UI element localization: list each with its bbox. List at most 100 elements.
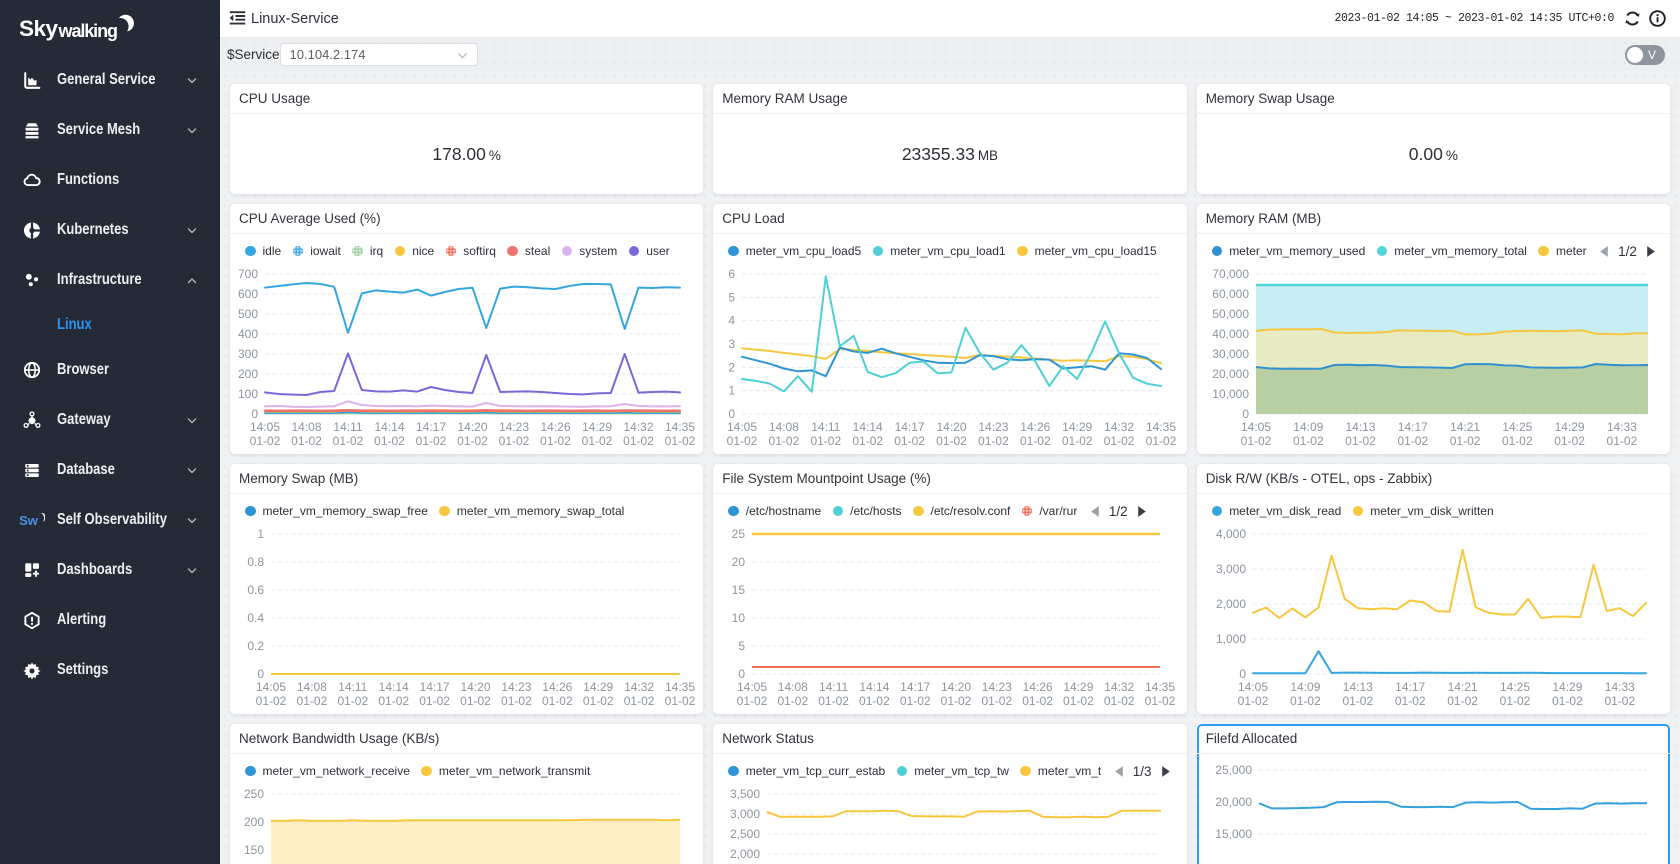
svg-text:200: 200: [238, 367, 258, 381]
svg-text:2,500: 2,500: [730, 827, 760, 841]
svg-text:1: 1: [257, 527, 264, 541]
svg-text:20,000: 20,000: [1212, 367, 1249, 381]
svg-text:14:05: 14:05: [1241, 420, 1271, 434]
svg-text:600: 600: [238, 287, 258, 301]
svg-text:01-02: 01-02: [1063, 694, 1094, 708]
svg-text:14:11: 14:11: [812, 420, 841, 434]
svg-text:14:11: 14:11: [819, 680, 848, 694]
svg-text:14:29: 14:29: [1554, 420, 1584, 434]
svg-text:01-02: 01-02: [665, 694, 696, 708]
svg-text:14:05: 14:05: [256, 680, 286, 694]
svg-text:14:21: 14:21: [1447, 680, 1477, 694]
svg-text:01-02: 01-02: [542, 694, 573, 708]
svg-text:01-02: 01-02: [1499, 694, 1530, 708]
svg-text:14:23: 14:23: [982, 680, 1012, 694]
svg-text:1: 1: [729, 384, 736, 398]
svg-text:100: 100: [238, 387, 258, 401]
svg-text:300: 300: [238, 347, 258, 361]
svg-text:01-02: 01-02: [859, 694, 890, 708]
svg-text:1,000: 1,000: [1216, 632, 1246, 646]
svg-text:01-02: 01-02: [416, 434, 447, 448]
svg-text:0: 0: [739, 667, 746, 681]
svg-text:01-02: 01-02: [900, 694, 931, 708]
svg-text:01-02: 01-02: [457, 434, 488, 448]
svg-text:14:32: 14:32: [623, 420, 653, 434]
svg-text:14:05: 14:05: [250, 420, 280, 434]
svg-text:01-02: 01-02: [623, 434, 654, 448]
svg-text:01-02: 01-02: [811, 434, 842, 448]
svg-text:01-02: 01-02: [1237, 694, 1268, 708]
svg-text:01-02: 01-02: [895, 434, 926, 448]
svg-text:01-02: 01-02: [291, 434, 322, 448]
svg-text:14:32: 14:32: [624, 680, 654, 694]
svg-text:01-02: 01-02: [1146, 434, 1177, 448]
svg-text:14:14: 14:14: [860, 680, 890, 694]
svg-text:01-02: 01-02: [1397, 434, 1428, 448]
svg-text:01-02: 01-02: [936, 434, 967, 448]
svg-text:14:17: 14:17: [1397, 420, 1427, 434]
svg-text:4,000: 4,000: [1216, 527, 1246, 541]
svg-text:14:17: 14:17: [900, 680, 930, 694]
svg-text:01-02: 01-02: [1395, 694, 1426, 708]
svg-text:14:17: 14:17: [895, 420, 925, 434]
svg-text:01-02: 01-02: [297, 694, 328, 708]
svg-text:15,000: 15,000: [1215, 827, 1252, 841]
svg-text:700: 700: [238, 267, 258, 281]
svg-text:14:17: 14:17: [416, 420, 446, 434]
svg-text:5: 5: [729, 290, 736, 304]
svg-text:0: 0: [729, 407, 736, 421]
svg-text:01-02: 01-02: [499, 434, 530, 448]
svg-text:14:23: 14:23: [499, 420, 529, 434]
svg-text:14:25: 14:25: [1502, 420, 1532, 434]
svg-text:60,000: 60,000: [1212, 287, 1249, 301]
svg-text:01-02: 01-02: [1293, 434, 1324, 448]
svg-text:01-02: 01-02: [1104, 694, 1135, 708]
svg-text:2,000: 2,000: [730, 847, 760, 861]
svg-text:25: 25: [732, 527, 746, 541]
svg-text:14:17: 14:17: [1395, 680, 1425, 694]
svg-text:01-02: 01-02: [1606, 434, 1637, 448]
svg-text:50,000: 50,000: [1212, 307, 1249, 321]
svg-text:0: 0: [251, 407, 258, 421]
svg-text:01-02: 01-02: [378, 694, 409, 708]
svg-text:14:09: 14:09: [1293, 420, 1323, 434]
svg-text:30,000: 30,000: [1212, 347, 1249, 361]
svg-text:01-02: 01-02: [1062, 434, 1093, 448]
svg-text:14:23: 14:23: [979, 420, 1009, 434]
svg-text:14:21: 14:21: [1450, 420, 1480, 434]
svg-text:5: 5: [739, 639, 746, 653]
svg-text:01-02: 01-02: [1104, 434, 1135, 448]
svg-text:01-02: 01-02: [256, 694, 287, 708]
svg-text:14:25: 14:25: [1500, 680, 1530, 694]
svg-text:14:20: 14:20: [941, 680, 971, 694]
svg-text:14:33: 14:33: [1604, 680, 1634, 694]
svg-text:01-02: 01-02: [460, 694, 491, 708]
svg-text:4: 4: [729, 314, 736, 328]
svg-text:14:29: 14:29: [1062, 420, 1092, 434]
svg-text:01-02: 01-02: [819, 694, 850, 708]
svg-text:14:05: 14:05: [737, 680, 767, 694]
svg-text:14:20: 14:20: [457, 420, 487, 434]
svg-text:0.8: 0.8: [247, 555, 264, 569]
svg-text:3,500: 3,500: [730, 787, 760, 801]
svg-text:14:29: 14:29: [583, 680, 613, 694]
svg-text:20,000: 20,000: [1215, 795, 1252, 809]
svg-text:14:08: 14:08: [769, 420, 799, 434]
svg-text:14:35: 14:35: [665, 680, 695, 694]
svg-text:01-02: 01-02: [941, 694, 972, 708]
svg-text:15: 15: [732, 583, 746, 597]
svg-text:3,000: 3,000: [1216, 562, 1246, 576]
svg-text:14:14: 14:14: [374, 420, 404, 434]
svg-text:14:17: 14:17: [420, 680, 450, 694]
svg-text:10,000: 10,000: [1212, 387, 1249, 401]
svg-text:14:29: 14:29: [582, 420, 612, 434]
svg-text:25,000: 25,000: [1215, 763, 1252, 777]
svg-text:14:08: 14:08: [778, 680, 808, 694]
svg-text:14:35: 14:35: [1146, 420, 1176, 434]
svg-text:14:20: 14:20: [460, 680, 490, 694]
svg-text:01-02: 01-02: [1552, 694, 1583, 708]
svg-text:2,000: 2,000: [1216, 597, 1246, 611]
svg-text:01-02: 01-02: [769, 434, 800, 448]
svg-text:01-02: 01-02: [1342, 694, 1373, 708]
svg-text:01-02: 01-02: [1502, 434, 1533, 448]
